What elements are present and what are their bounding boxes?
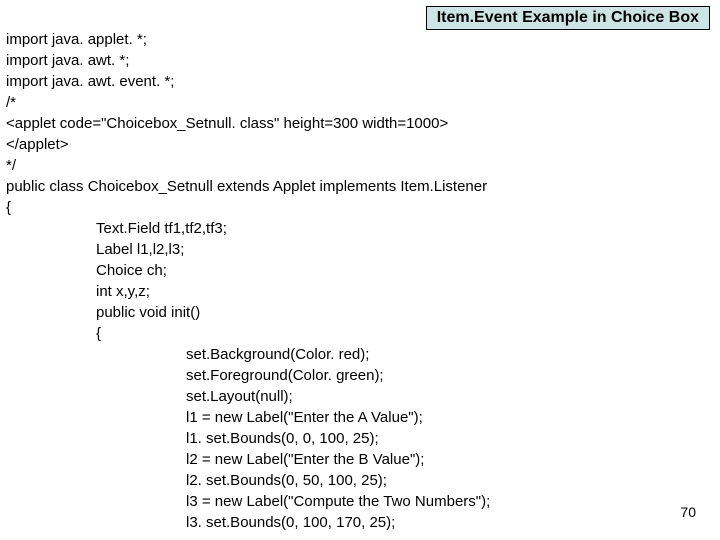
code-line: Label l1,l2,l3; <box>6 239 490 260</box>
page-number: 70 <box>680 504 696 520</box>
code-line: Choice ch; <box>6 260 490 281</box>
code-line: import java. awt. event. *; <box>6 73 174 90</box>
code-line: import java. awt. *; <box>6 52 129 69</box>
code-line: <applet code="Choicebox_Setnull. class" … <box>6 115 448 132</box>
code-line: l1 = new Label("Enter the A Value"); <box>6 407 490 428</box>
code-line: public void init() <box>6 302 490 323</box>
code-line: int x,y,z; <box>6 281 490 302</box>
code-line: l1. set.Bounds(0, 0, 100, 25); <box>6 428 490 449</box>
code-line: { <box>6 323 490 344</box>
code-line: Text.Field tf1,tf2,tf3; <box>6 218 490 239</box>
code-line: l3 = new Label("Compute the Two Numbers"… <box>6 491 490 512</box>
code-line: { <box>6 199 11 216</box>
code-line: /* <box>6 94 16 111</box>
code-line: set.Background(Color. red); <box>6 344 490 365</box>
code-line: l2 = new Label("Enter the B Value"); <box>6 449 490 470</box>
code-line: l3. set.Bounds(0, 100, 170, 25); <box>6 512 490 533</box>
code-line: set.Layout(null); <box>6 386 490 407</box>
code-line: set.Foreground(Color. green); <box>6 365 490 386</box>
code-line: l2. set.Bounds(0, 50, 100, 25); <box>6 470 490 491</box>
code-line: public class Choicebox_Setnull extends A… <box>6 178 487 195</box>
code-block: import java. applet. *; import java. awt… <box>6 8 490 533</box>
code-line: </applet> <box>6 136 69 153</box>
code-line: import java. applet. *; <box>6 31 147 48</box>
code-line: */ <box>6 157 16 174</box>
